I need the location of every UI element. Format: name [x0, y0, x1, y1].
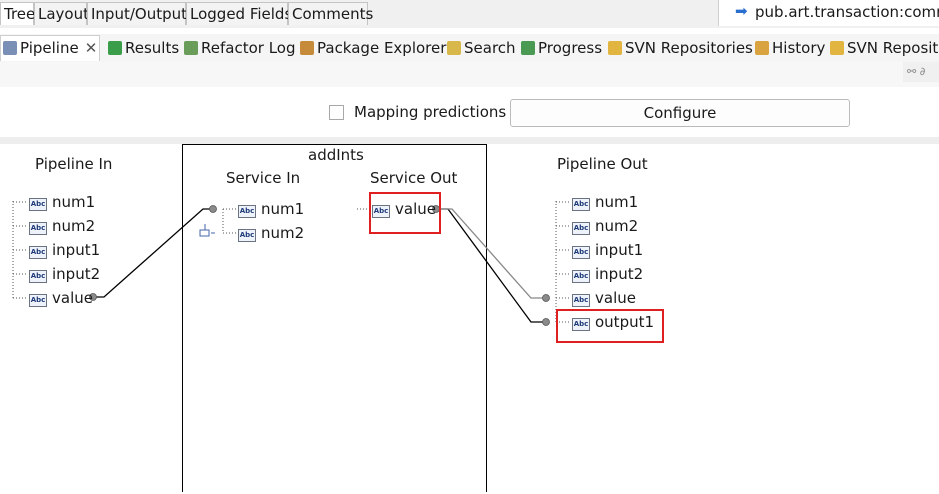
highlight-box — [556, 309, 664, 343]
tab-svn-repositories[interactable]: SVN Repositories — [608, 36, 753, 60]
pipeline-out-field[interactable]: Abc input1 — [572, 240, 643, 260]
string-icon: Abc — [572, 222, 590, 235]
string-icon: Abc — [238, 229, 256, 242]
tab-svn-repositories-2[interactable]: SVN Reposito — [830, 36, 939, 60]
pipeline-out-field[interactable]: Abc input2 — [572, 264, 643, 284]
search-icon — [447, 41, 461, 55]
field-label: num1 — [52, 193, 96, 211]
configure-button[interactable]: Configure — [510, 99, 850, 127]
service-in-field[interactable]: Abc num2 — [238, 223, 304, 243]
pipeline-in-field[interactable]: Abc value — [29, 288, 93, 308]
progress-icon — [521, 41, 535, 55]
service-in-title: Service In — [226, 169, 301, 187]
view-menu-icon[interactable]: ⚯ ∂ — [903, 62, 939, 82]
tab-results-label: Results — [125, 39, 180, 57]
package-explorer-icon — [300, 41, 314, 55]
field-label: value — [595, 289, 636, 307]
tab-package-explorer[interactable]: Package Explorer — [300, 36, 446, 60]
highlight-box — [369, 192, 441, 234]
tab-svn-repositories-2-label: SVN Reposito — [847, 39, 939, 57]
service-out-title: Service Out — [370, 169, 458, 187]
string-icon: Abc — [29, 294, 47, 307]
history-icon — [755, 41, 769, 55]
string-icon: Abc — [572, 270, 590, 283]
field-label: input1 — [52, 241, 101, 259]
pipeline-in-field[interactable]: Abc num1 — [29, 192, 95, 212]
tab-refactor-log[interactable]: Refactor Log — [184, 36, 295, 60]
string-icon: Abc — [572, 246, 590, 259]
toolbar-divider — [0, 137, 939, 144]
field-label: input1 — [595, 241, 644, 259]
field-label: num1 — [595, 193, 639, 211]
tab-comments[interactable]: Comments — [288, 2, 373, 25]
pipeline-in-field[interactable]: Abc input2 — [29, 264, 100, 284]
tab-tree[interactable]: Tree — [0, 2, 35, 25]
close-icon[interactable]: ✕ — [85, 39, 98, 57]
string-icon: Abc — [29, 270, 47, 283]
tab-svn-repositories-label: SVN Repositories — [625, 39, 753, 57]
tab-progress[interactable]: Progress — [521, 36, 602, 60]
refactor-log-icon — [184, 41, 198, 55]
tab-search-label: Search — [464, 39, 516, 57]
mapping-predictions-checkbox[interactable] — [329, 105, 344, 120]
tab-logged-fields[interactable]: Logged Fields — [186, 2, 292, 25]
view-tab-bar: Pipeline ✕ Results Refactor Log Package E… — [0, 34, 939, 62]
pipeline-out-title: Pipeline Out — [557, 155, 648, 173]
tab-history[interactable]: History — [755, 36, 825, 60]
field-label: value — [52, 289, 93, 307]
results-icon — [108, 41, 122, 55]
tab-layout[interactable]: Layout — [34, 2, 89, 25]
tab-history-label: History — [772, 39, 826, 57]
field-label: num2 — [595, 217, 639, 235]
tab-refactor-log-label: Refactor Log — [201, 39, 296, 57]
pipeline-out-field[interactable]: Abc num1 — [572, 192, 638, 212]
service-in-field[interactable]: Abc num1 — [238, 199, 304, 219]
string-icon: Abc — [572, 294, 590, 307]
tab-package-explorer-label: Package Explorer — [317, 39, 447, 57]
tab-input-output[interactable]: Input/Output — [87, 2, 187, 25]
pipeline-in-field[interactable]: Abc input1 — [29, 240, 100, 260]
string-icon: Abc — [572, 198, 590, 211]
field-label: num2 — [52, 217, 96, 235]
svn-repositories-icon — [830, 41, 844, 55]
string-icon: Abc — [29, 246, 47, 259]
mapping-predictions-label: Mapping predictions — [354, 103, 507, 121]
pipeline-in-title: Pipeline In — [35, 155, 113, 173]
service-title: addInts — [308, 146, 364, 164]
string-icon: Abc — [29, 198, 47, 211]
pipeline-icon — [3, 41, 17, 55]
service-box — [182, 144, 487, 492]
string-icon: Abc — [238, 205, 256, 218]
tab-progress-label: Progress — [538, 39, 603, 57]
service-path-tab[interactable]: ➡ pub.art.transaction:commitT — [718, 0, 939, 26]
field-label: input2 — [595, 265, 644, 283]
tab-results[interactable]: Results — [108, 36, 179, 60]
field-label: num2 — [261, 224, 305, 242]
pipeline-out-field[interactable]: Abc num2 — [572, 216, 638, 236]
field-label: num1 — [261, 200, 305, 218]
view-toolbar-strip — [0, 62, 939, 87]
svn-repositories-icon — [608, 41, 622, 55]
tab-pipeline[interactable]: Pipeline ✕ — [0, 35, 101, 61]
pipeline-in-field[interactable]: Abc num2 — [29, 216, 95, 236]
field-label: input2 — [52, 265, 101, 283]
tab-pipeline-label: Pipeline — [20, 39, 79, 57]
service-arrow-icon: ➡ — [735, 2, 748, 20]
string-icon: Abc — [29, 222, 47, 235]
service-path-label: pub.art.transaction:commitT — [755, 3, 939, 21]
tab-search[interactable]: Search — [447, 36, 516, 60]
pipeline-out-field[interactable]: Abc value — [572, 288, 636, 308]
